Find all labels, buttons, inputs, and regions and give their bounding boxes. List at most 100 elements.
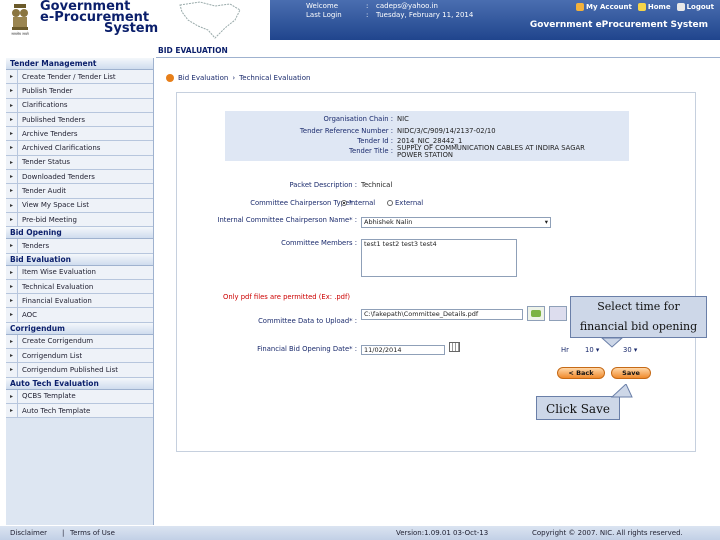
sidebar-item[interactable]: ▸ Archived Clarifications: [6, 141, 153, 156]
national-emblem-icon: सत्यमेव जयते: [11, 4, 30, 36]
sidebar-item-label: QCBS Template: [22, 392, 76, 401]
save-button[interactable]: Save: [611, 367, 651, 379]
sidebar-item-label: Corrigendum List: [22, 351, 83, 360]
sidebar-item[interactable]: ▸ Publish Tender: [6, 84, 153, 99]
welcome-label: Welcome: [306, 2, 339, 10]
chevron-down-icon: ▾: [633, 346, 638, 354]
svg-text:सत्यमेव जयते: सत्यमेव जयते: [11, 31, 29, 36]
sidebar-item[interactable]: ▸ Published Tenders: [6, 112, 153, 128]
sidebar-item[interactable]: ▸ Tender Status: [6, 155, 153, 171]
logout-label: Logout: [686, 3, 714, 11]
sidebar-item[interactable]: ▸ Corrigendum Published List: [6, 363, 153, 378]
sidebar-item-label: Pre-bid Meeting: [22, 215, 77, 224]
sidebar-item[interactable]: ▸ Auto Tech Template: [6, 403, 153, 419]
sidebar-item-label: Publish Tender: [22, 86, 73, 95]
sidebar-item[interactable]: ▸ Create Tender / Tender List: [6, 70, 153, 85]
sidebar-item-label: Create Tender / Tender List: [22, 72, 116, 81]
callout-pointer-icon: [601, 338, 623, 348]
folder-icon: [531, 310, 541, 317]
header: सत्यमेव जयते Government e-Procurement Sy…: [0, 0, 720, 40]
arrow-right-icon: ▸: [6, 308, 18, 322]
sidebar-item-label: Item Wise Evaluation: [22, 268, 96, 277]
bullet-icon: [166, 74, 174, 82]
sidebar-item[interactable]: ▸ Item Wise Evaluation: [6, 265, 153, 280]
chevron-down-icon: ▾: [544, 218, 548, 226]
arrow-right-icon: ▸: [6, 170, 18, 184]
home-icon: [637, 3, 646, 11]
arrow-right-icon: ▸: [6, 112, 18, 127]
sidebar-item[interactable]: ▸ Tenders: [6, 239, 153, 254]
arrow-right-icon: ▸: [6, 349, 18, 363]
sidebar-item-label: Clarifications: [22, 101, 68, 110]
logout-link[interactable]: Logout: [676, 3, 714, 11]
arrow-right-icon: ▸: [6, 294, 18, 308]
home-link[interactable]: Home: [637, 3, 671, 11]
sidebar-item[interactable]: ▸ Create Corrigendum: [6, 334, 153, 350]
upload-input[interactable]: C:\fakepath\Committee_Details.pdf: [361, 309, 523, 320]
sidebar-item[interactable]: ▸ Downloaded Tenders: [6, 170, 153, 185]
version-text: Version:1.09.01 03-Oct-13: [396, 529, 489, 537]
sidebar: Tender Management ▸ Create Tender / Tender…: [6, 58, 154, 525]
breadcrumb: Bid Evaluation › Technical Evaluation: [166, 74, 310, 82]
sidebar-section-title: Auto Tech Evaluation: [6, 377, 153, 390]
browse-button[interactable]: [527, 306, 545, 321]
sidebar-item-label: Tenders: [22, 241, 50, 250]
crumb-bid-evaluation[interactable]: Bid Evaluation: [178, 74, 228, 82]
sidebar-item-label: Published Tenders: [22, 115, 86, 124]
divider: [156, 57, 720, 58]
arrow-right-icon: ▸: [6, 84, 18, 98]
attach-button[interactable]: [549, 306, 567, 321]
my-account-link[interactable]: My Account: [576, 3, 632, 11]
sidebar-item-label: View My Space List: [22, 201, 90, 210]
callout-select-time: Select time for financial bid opening: [570, 296, 707, 338]
calendar-icon[interactable]: [449, 342, 460, 352]
fin-date-input[interactable]: 11/02/2014: [361, 345, 445, 355]
footer: Disclaimer | Terms of Use Version:1.09.0…: [0, 526, 720, 540]
hour-select[interactable]: 10 ▾: [585, 346, 599, 354]
hour-value: 10: [585, 346, 594, 354]
radio-internal-label: Internal: [349, 199, 376, 207]
sidebar-item-label: Corrigendum Published List: [22, 366, 119, 374]
members-textarea[interactable]: test1 test2 test3 test4: [361, 239, 517, 277]
logout-icon: [676, 3, 685, 11]
org-label: Organisation Chain :: [323, 115, 393, 123]
tender-title-value: SUPPLY OF COMMUNICATION CABLES AT INDIRA…: [397, 144, 585, 159]
back-button[interactable]: < Back: [557, 367, 605, 379]
sidebar-item-label: Downloaded Tenders: [22, 172, 95, 181]
sidebar-item[interactable]: ▸ View My Space List: [6, 198, 153, 213]
sidebar-item[interactable]: ▸ Technical Evaluation: [6, 279, 153, 295]
main-content: BID EVALUATION Bid Evaluation › Technica…: [156, 44, 720, 524]
sidebar-item[interactable]: ▸ Tender Audit: [6, 184, 153, 199]
sidebar-item-label: Archive Tenders: [22, 129, 78, 138]
sidebar-section-title: Corrigendum: [6, 322, 153, 335]
tender-info-box: Organisation Chain : NIC Tender Referenc…: [225, 111, 629, 161]
radio-external[interactable]: External: [387, 199, 423, 207]
pdf-note: Only pdf files are permitted (Ex: .pdf): [223, 293, 351, 301]
org-value: NIC: [397, 115, 409, 123]
sidebar-item[interactable]: ▸ Financial Evaluation: [6, 294, 153, 309]
brand-title: Government e-Procurement System: [40, 0, 158, 35]
sidebar-item[interactable]: ▸ AOC: [6, 308, 153, 323]
ref-value: NIDC/3/C/909/14/2137-02/10: [397, 127, 496, 135]
arrow-right-icon: ▸: [6, 155, 18, 170]
sidebar-item[interactable]: ▸ Pre-bid Meeting: [6, 212, 153, 228]
radio-internal[interactable]: Internal: [341, 199, 375, 207]
arrow-right-icon: ▸: [6, 141, 18, 155]
arrow-right-icon: ▸: [6, 239, 18, 253]
sidebar-item[interactable]: ▸ Archive Tenders: [6, 127, 153, 142]
sidebar-item[interactable]: ▸ QCBS Template: [6, 389, 153, 404]
lastlogin-value: Tuesday, February 11, 2014: [376, 11, 474, 19]
chair-name-label: Internal Committee Chairperson Name* :: [217, 216, 357, 224]
chair-name-select[interactable]: Abhishek Nalin ▾: [361, 217, 551, 228]
chair-name-value: Abhishek Nalin: [364, 218, 413, 226]
sidebar-item-label: AOC: [22, 311, 38, 320]
arrow-right-icon: ▸: [6, 70, 18, 84]
sidebar-item[interactable]: ▸ Clarifications: [6, 98, 153, 113]
sidebar-item[interactable]: ▸ Corrigendum List: [6, 349, 153, 364]
copyright-text: Copyright © 2007. NIC. All rights reserv…: [532, 529, 683, 537]
terms-link[interactable]: Terms of Use: [70, 529, 115, 537]
packet-label: Packet Description :: [289, 181, 357, 189]
disclaimer-link[interactable]: Disclaimer: [10, 529, 47, 537]
chevron-right-icon: ›: [232, 74, 236, 82]
tender-title-label: Tender Title :: [349, 147, 393, 155]
